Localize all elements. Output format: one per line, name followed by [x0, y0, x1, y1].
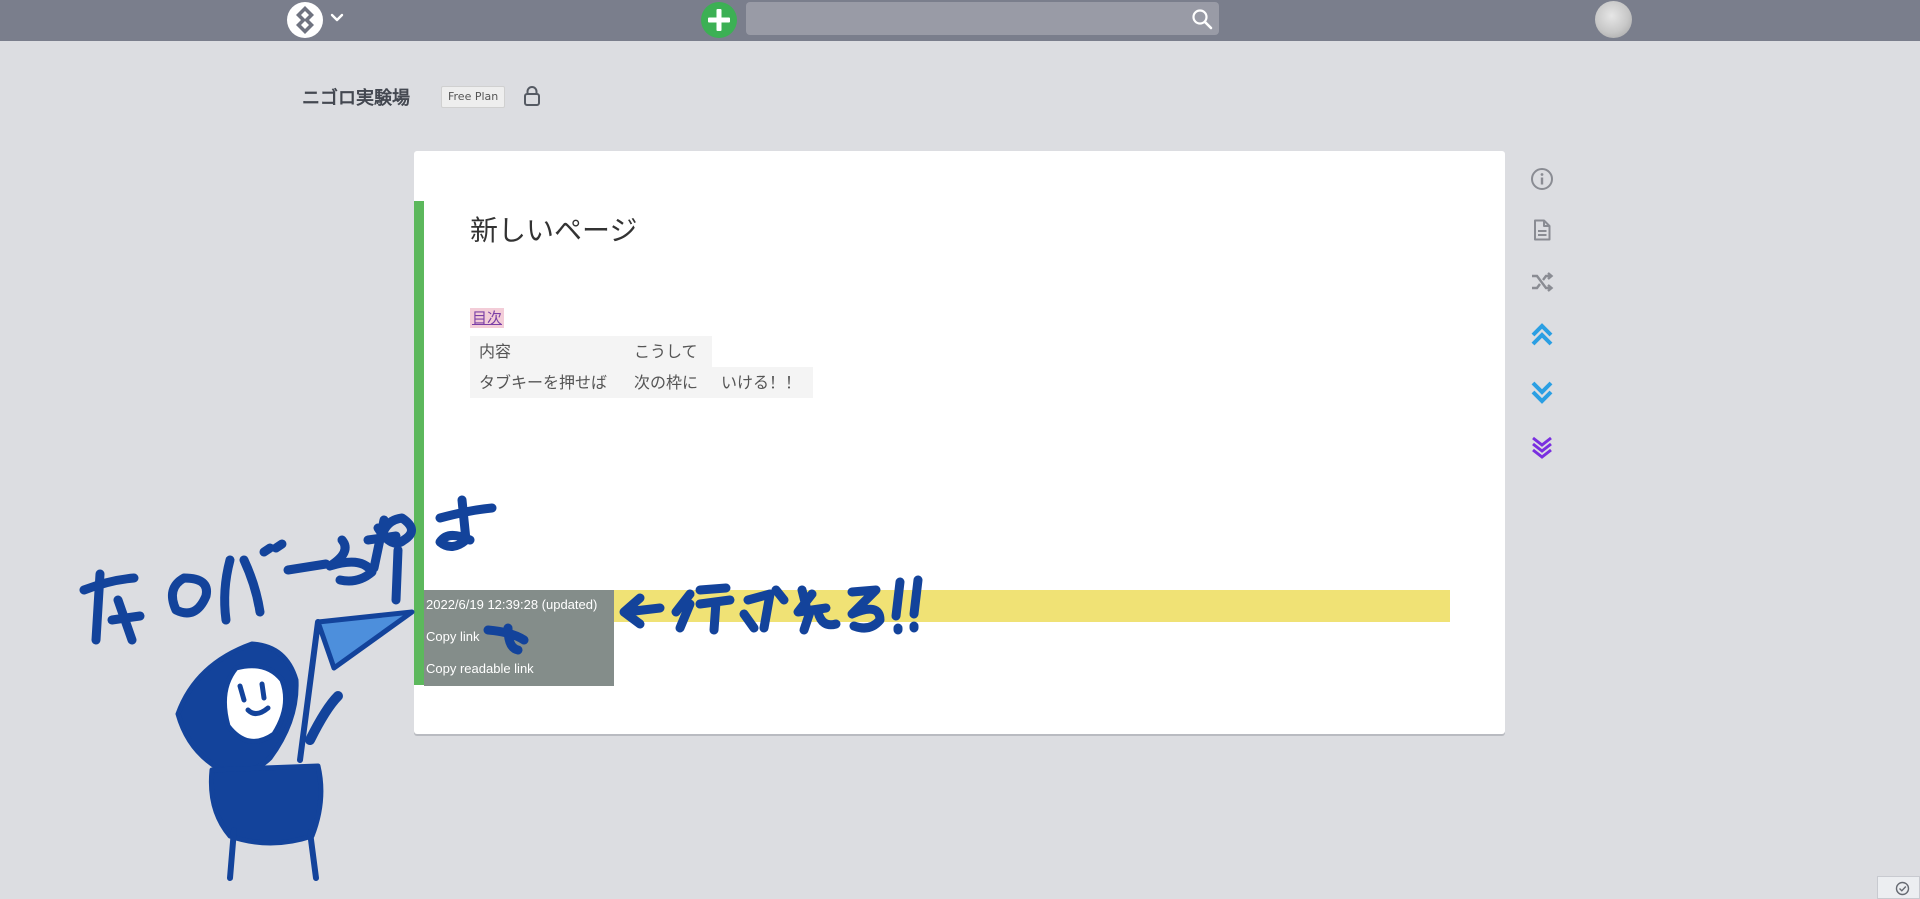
page-card: 新しいページ 目次 内容 こうして タブキーを押せば 次の枠に いける！！ 20… [414, 151, 1505, 734]
chevrons-up-icon[interactable] [1530, 323, 1554, 347]
page-title[interactable]: 新しいページ [470, 209, 637, 249]
table-cell[interactable]: いける！！ [712, 367, 813, 398]
chevron-down-icon[interactable] [329, 9, 345, 25]
document-icon[interactable] [1530, 218, 1554, 242]
line-timestamp: 2022/6/19 12:39:28 (updated) [426, 597, 598, 612]
table-cell[interactable]: 内容 [470, 336, 625, 367]
top-navbar [0, 0, 1920, 41]
user-avatar[interactable] [1595, 1, 1632, 38]
copy-link-item[interactable]: Copy link [426, 629, 479, 644]
check-circle-icon [1895, 881, 1910, 896]
plan-badge: Free Plan [441, 86, 506, 108]
table-cell[interactable]: 次の枠に [625, 367, 712, 398]
table-cell[interactable]: タブキーを押せば [470, 367, 625, 398]
line-select-bar[interactable] [414, 201, 424, 685]
plus-icon [708, 9, 730, 31]
triple-chevron-down-icon[interactable] [1530, 436, 1554, 460]
toc-link[interactable]: 目次 [470, 308, 505, 328]
project-title[interactable]: ニゴロ実験場 [302, 84, 410, 110]
info-icon[interactable] [1530, 167, 1554, 191]
highlighted-line[interactable] [614, 590, 1450, 622]
shuffle-icon[interactable] [1530, 270, 1554, 294]
search-icon[interactable] [1190, 7, 1214, 31]
search-input[interactable] [746, 2, 1219, 35]
lock-icon [524, 86, 540, 106]
status-indicator[interactable] [1877, 876, 1920, 899]
app-logo-icon[interactable] [287, 2, 323, 38]
table-cell[interactable]: こうして [625, 336, 712, 367]
copy-readable-link-item[interactable]: Copy readable link [426, 661, 534, 676]
line-context-menu: 2022/6/19 12:39:28 (updated) Copy link C… [424, 590, 614, 686]
new-page-button[interactable] [701, 2, 737, 38]
chevrons-down-icon[interactable] [1530, 380, 1554, 404]
